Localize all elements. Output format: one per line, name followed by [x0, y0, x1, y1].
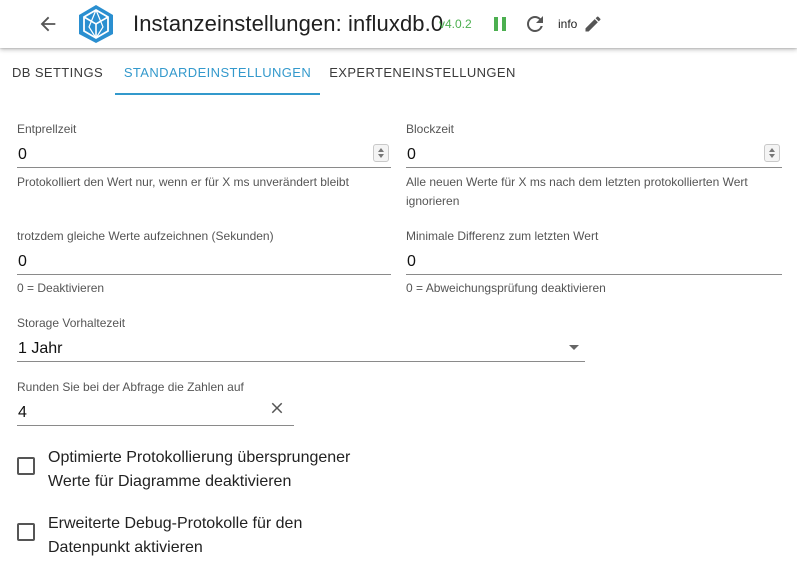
debounce-input[interactable] — [17, 138, 391, 168]
debounce-spinner[interactable] — [373, 144, 389, 162]
back-button[interactable] — [32, 8, 64, 40]
round-input[interactable] — [17, 396, 294, 426]
blocktime-helper-line2: ignorieren — [406, 194, 460, 208]
info-label: info — [558, 17, 578, 31]
app-header: Instanzeinstellungen: influxdb.0 v4.0.2 … — [0, 0, 797, 48]
round-label: Runden Sie bei der Abfrage die Zahlen au… — [17, 380, 244, 394]
checkbox-debug-label-line2: Datenpunkt aktivieren — [48, 539, 203, 556]
debounce-helper: Protokolliert den Wert nur, wenn er für … — [17, 175, 349, 189]
changes-relog-input[interactable] — [17, 245, 391, 275]
influxdb-logo-icon — [79, 5, 113, 43]
spin-up-icon — [378, 148, 384, 152]
retention-value: 1 Jahr — [18, 340, 63, 357]
tab-bar: DB SETTINGS STANDARDEINSTELLUNGEN EXPERT… — [0, 48, 797, 96]
pause-icon — [494, 17, 506, 31]
min-delta-helper: 0 = Abweichungsprüfung deaktivieren — [406, 281, 606, 295]
min-delta-label: Minimale Differenz zum letzten Wert — [406, 229, 599, 243]
retention-label: Storage Vorhaltezeit — [17, 316, 126, 330]
active-tab-indicator — [115, 93, 320, 95]
blocktime-helper: Alle neuen Werte für X ms nach dem letzt… — [406, 175, 748, 189]
clear-button[interactable] — [265, 396, 289, 420]
checkbox-debug[interactable] — [17, 523, 35, 541]
checkbox-optimize-label-line2: Werte für Diagramme deaktivieren — [48, 473, 292, 490]
arrow-left-icon — [40, 16, 56, 32]
blocktime-field: Blockzeit Alle neuen Werte für X ms nach… — [406, 122, 782, 214]
retention-select[interactable]: 1 Jahr — [17, 332, 585, 362]
checkbox-optimize[interactable] — [17, 457, 35, 475]
debounce-label: Entprellzeit — [17, 122, 77, 136]
tab-expert-settings[interactable]: EXPERTENEINSTELLUNGEN — [320, 48, 525, 96]
reload-icon — [527, 15, 543, 32]
blocktime-input[interactable] — [406, 138, 782, 168]
info-edit-button[interactable]: info — [558, 11, 603, 37]
blocktime-label: Blockzeit — [406, 122, 455, 136]
min-delta-field: Minimale Differenz zum letzten Wert 0 = … — [406, 229, 782, 299]
tab-standard-settings[interactable]: STANDARDEINSTELLUNGEN — [115, 48, 320, 96]
checkbox-debug-row[interactable]: Erweiterte Debug-Protokolle für den Date… — [17, 512, 368, 560]
checkbox-optimize-row[interactable]: Optimierte Protokollierung übersprungene… — [17, 446, 368, 494]
changes-relog-field: trotzdem gleiche Werte aufzeichnen (Seku… — [17, 229, 391, 299]
checkbox-optimize-label: Optimierte Protokollierung übersprungene… — [48, 446, 368, 494]
spin-down-icon — [769, 154, 775, 158]
checkbox-debug-label-line1: Erweiterte Debug-Protokolle für den — [48, 515, 303, 532]
pause-button[interactable] — [488, 12, 512, 36]
dropdown-arrow-icon — [569, 345, 579, 350]
page-title: Instanzeinstellungen: influxdb.0 — [133, 11, 444, 36]
version-badge: v4.0.2 — [439, 17, 472, 31]
debounce-field: Entprellzeit Protokolliert den Wert nur,… — [17, 122, 391, 192]
pencil-icon — [585, 16, 601, 32]
round-field: Runden Sie bei der Abfrage die Zahlen au… — [17, 380, 294, 430]
checkbox-optimize-label-line1: Optimierte Protokollierung übersprungene… — [48, 449, 351, 466]
checkbox-debug-label: Erweiterte Debug-Protokolle für den Date… — [48, 512, 368, 560]
reload-button[interactable] — [523, 12, 547, 36]
min-delta-input[interactable] — [406, 245, 782, 275]
tab-db-settings[interactable]: DB SETTINGS — [0, 48, 115, 96]
changes-relog-label: trotzdem gleiche Werte aufzeichnen (Seku… — [17, 229, 274, 243]
spin-up-icon — [769, 148, 775, 152]
spin-down-icon — [378, 154, 384, 158]
changes-relog-helper: 0 = Deaktivieren — [17, 281, 105, 295]
retention-field: Storage Vorhaltezeit 1 Jahr — [17, 316, 585, 364]
close-icon — [271, 402, 283, 414]
blocktime-spinner[interactable] — [764, 144, 780, 162]
